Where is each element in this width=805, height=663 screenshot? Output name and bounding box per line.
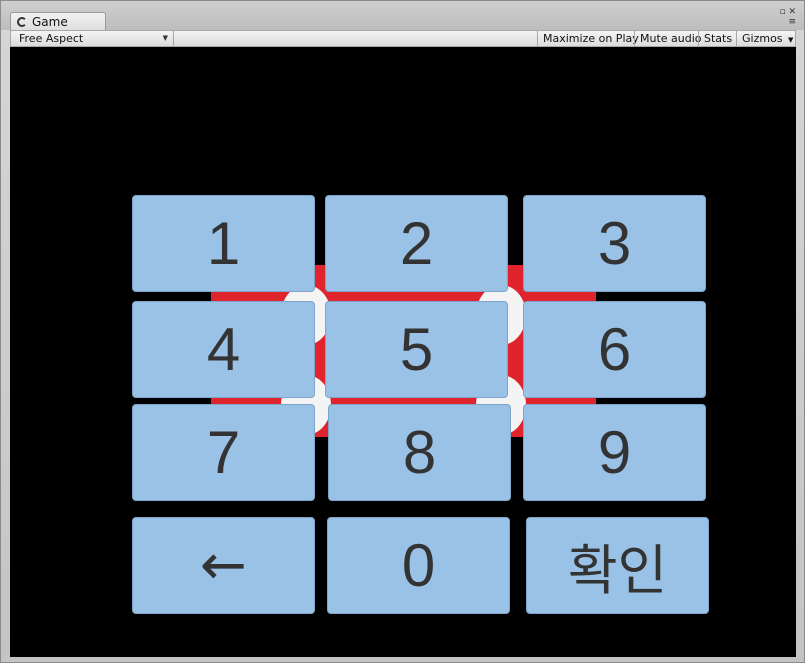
key-3[interactable]: 3 [523,195,706,292]
key-4[interactable]: 4 [132,301,315,398]
key-9[interactable]: 9 [523,404,706,501]
stats-label: Stats [704,32,733,45]
aspect-label: Free Aspect [19,32,84,45]
panel-menu-icon[interactable]: ≡ [788,17,796,27]
tab-strip: Game ▫ ✕ ≡ [1,1,804,30]
game-window: Game ▫ ✕ ≡ Free Aspect ▼ Maximize on Pla… [0,0,805,663]
maximize-on-play-button[interactable]: Maximize on Play [537,31,644,46]
chevron-down-icon: ▼ [162,34,168,42]
backspace-button[interactable]: ← [132,517,315,614]
stats-button[interactable]: Stats [698,31,737,46]
key-2[interactable]: 2 [325,195,508,292]
key-1[interactable]: 1 [132,195,315,292]
game-toolbar: Free Aspect ▼ Maximize on Play Mute audi… [10,30,796,47]
game-view: 1 2 3 4 5 6 7 8 9 ← 0 확인 [10,47,796,657]
chevron-down-icon: ▼ [788,36,794,44]
maximize-on-play-label: Maximize on Play [543,32,639,45]
gizmos-button[interactable]: Gizmos ▼ [736,31,798,46]
unity-logo-icon [17,16,27,27]
mute-audio-label: Mute audio [640,32,702,45]
close-icon[interactable]: ✕ [788,7,796,17]
aspect-dropdown[interactable]: Free Aspect ▼ [11,31,174,46]
key-0[interactable]: 0 [327,517,510,614]
window-controls: ▫ ✕ ≡ [774,7,796,27]
confirm-button[interactable]: 확인 [526,517,709,614]
key-5[interactable]: 5 [325,301,508,398]
key-7[interactable]: 7 [132,404,315,501]
key-8[interactable]: 8 [328,404,511,501]
key-6[interactable]: 6 [523,301,706,398]
gizmos-label: Gizmos [742,32,783,45]
tab-game[interactable]: Game [10,12,106,30]
mute-audio-button[interactable]: Mute audio [634,31,707,46]
maximize-icon[interactable]: ▫ [779,7,785,17]
tab-label: Game [32,14,68,29]
